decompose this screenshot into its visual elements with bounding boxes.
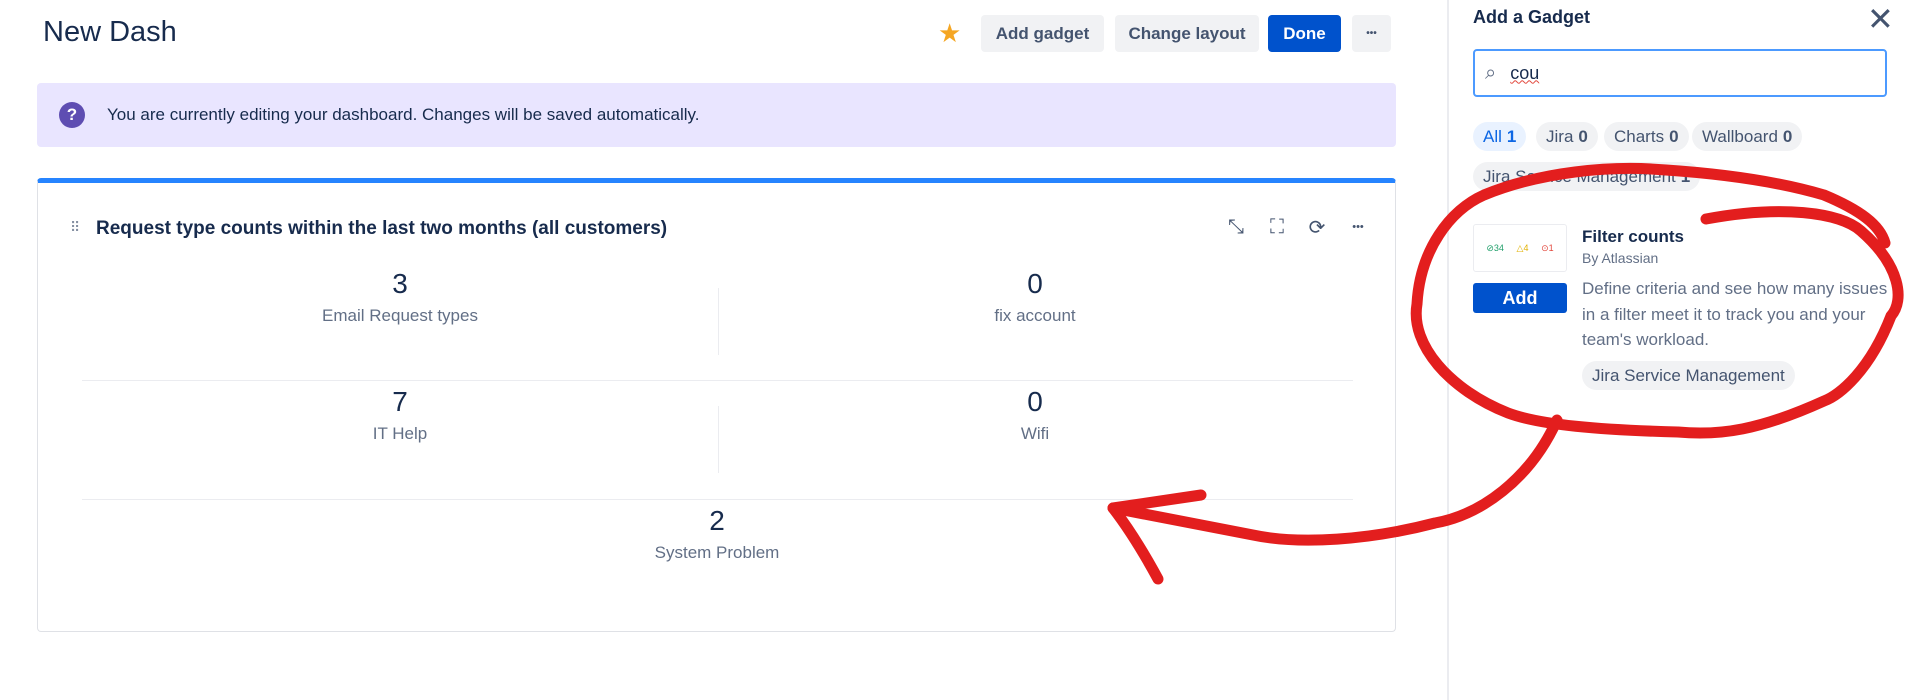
gadget-thumbnail: ⊘34 △4 ⊙1	[1473, 224, 1567, 272]
more-icon[interactable]: •••	[1344, 213, 1372, 241]
star-icon[interactable]: ★	[938, 20, 964, 46]
count-value: 2	[709, 505, 725, 536]
search-icon: ⌕	[1485, 61, 1497, 84]
chip-label: Wallboard	[1702, 126, 1778, 146]
add-gadget-button[interactable]: Add gadget	[981, 15, 1104, 52]
gadget-name: Filter counts	[1582, 227, 1685, 246]
banner-text: You are currently editing your dashboard…	[107, 105, 700, 124]
chip-label: All	[1483, 126, 1502, 146]
count-label[interactable]: Email Request types	[200, 306, 600, 326]
count-value: 0	[1027, 268, 1043, 299]
drag-handle-icon[interactable]: ⠿	[70, 219, 80, 236]
count-label[interactable]: Wifi	[835, 424, 1235, 444]
filter-jsm[interactable]: Jira Service Management 1	[1473, 162, 1701, 191]
close-icon[interactable]: ✕	[1867, 0, 1894, 38]
chip-label: Charts	[1614, 126, 1665, 146]
divider	[718, 288, 719, 355]
gadget-author: By Atlassian	[1582, 250, 1659, 266]
chip-label: Jira Service Management	[1483, 166, 1676, 186]
count-label[interactable]: IT Help	[200, 424, 600, 444]
more-button[interactable]: •••	[1352, 15, 1391, 52]
gadget-card: ⠿ Request type counts within the last tw…	[37, 178, 1396, 632]
editing-banner: ? You are currently editing your dashboa…	[37, 83, 1396, 147]
search-value: cou	[1510, 62, 1540, 83]
page-title: New Dash	[43, 16, 177, 48]
thumb-ok: ⊘34	[1486, 242, 1504, 253]
refresh-icon[interactable]: ⟳	[1303, 213, 1331, 241]
count-label[interactable]: System Problem	[517, 543, 917, 563]
chip-count: 1	[1506, 126, 1517, 146]
divider	[82, 499, 1353, 500]
chip-count: 1	[1680, 166, 1691, 186]
chip-count: 0	[1578, 126, 1588, 146]
divider	[718, 406, 719, 473]
filter-charts[interactable]: Charts 0	[1604, 122, 1689, 151]
thumb-error: ⊙1	[1541, 242, 1554, 253]
divider	[82, 380, 1353, 381]
question-icon: ?	[59, 102, 85, 128]
gadget-description: Define criteria and see how many issues …	[1582, 279, 1888, 349]
gadget-title: Request type counts within the last two …	[96, 218, 668, 239]
done-button[interactable]: Done	[1268, 15, 1341, 52]
panel-title: Add a Gadget	[1473, 7, 1591, 27]
count-value: 0	[1027, 386, 1043, 417]
filter-jira[interactable]: Jira 0	[1536, 122, 1598, 151]
count-value: 3	[392, 268, 408, 299]
chip-count: 0	[1669, 126, 1679, 146]
filter-wallboard[interactable]: Wallboard 0	[1692, 122, 1803, 151]
fullscreen-icon[interactable]: ⛶	[1263, 213, 1291, 241]
count-value: 7	[392, 386, 408, 417]
chip-label: Jira	[1546, 126, 1574, 146]
change-layout-button[interactable]: Change layout	[1115, 15, 1259, 52]
add-gadget-panel: Add a Gadget ✕ ⌕ cou All 1 Jira 0 Charts 0 …	[1447, 0, 1907, 700]
filter-all[interactable]: All 1	[1473, 122, 1527, 151]
count-label[interactable]: fix account	[835, 306, 1235, 326]
add-button[interactable]: Add	[1473, 283, 1567, 313]
search-input[interactable]: ⌕ cou	[1473, 49, 1887, 97]
thumb-warn: △4	[1516, 242, 1529, 253]
minimize-icon[interactable]: ⤡	[1222, 213, 1250, 241]
gadget-tag: Jira Service Management	[1582, 361, 1795, 390]
chip-count: 0	[1782, 126, 1793, 146]
